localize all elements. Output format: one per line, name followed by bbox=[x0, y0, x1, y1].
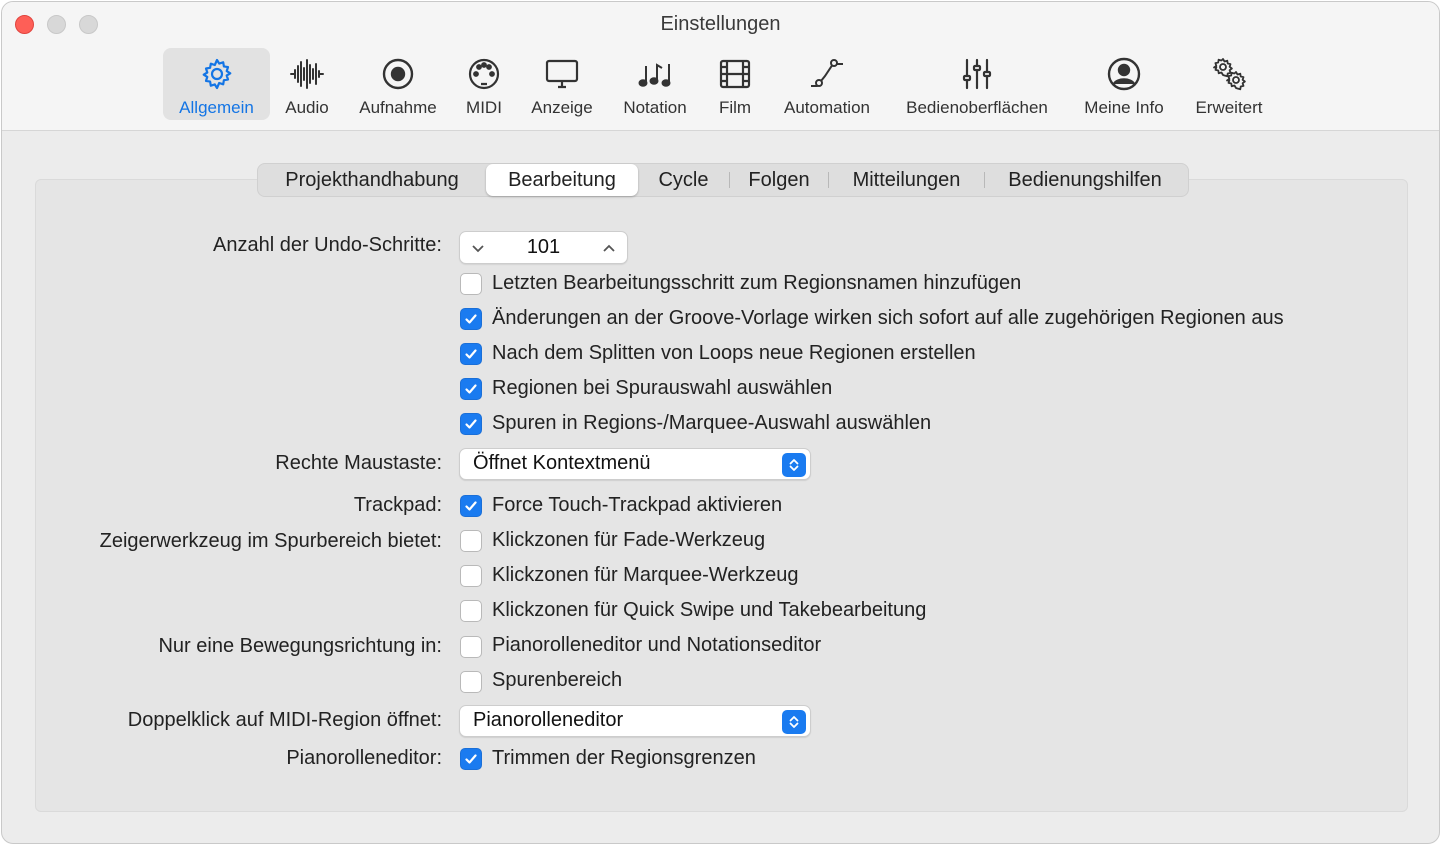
checkbox-label: Nach dem Splitten von Loops neue Regione… bbox=[492, 342, 976, 364]
checkbox-label: Trimmen der Regionsgrenzen bbox=[492, 747, 756, 769]
pointer-tool-label: Zeigerwerkzeug im Spurbereich bietet: bbox=[99, 530, 442, 552]
toolbar-label: Notation bbox=[623, 98, 687, 117]
checkbox-label: Regionen bei Spurauswahl auswählen bbox=[492, 377, 833, 399]
undo-steps-stepper[interactable]: 101 bbox=[459, 231, 628, 264]
midi-icon bbox=[462, 54, 506, 94]
toolbar-anzeige[interactable]: Anzeige bbox=[524, 48, 600, 120]
toolbar-label: Meine Info bbox=[1084, 98, 1164, 117]
checkbox-label: Klickzonen für Fade-Werkzeug bbox=[492, 529, 766, 551]
right-mouse-label: Rechte Maustaste: bbox=[275, 452, 442, 474]
tab-folgen[interactable]: Folgen bbox=[730, 164, 828, 196]
tab-cycle[interactable]: Cycle bbox=[638, 164, 729, 196]
tab-bar: Projekthandhabung Bearbeitung Cycle Folg… bbox=[257, 163, 1189, 197]
toolbar-label: Anzeige bbox=[531, 98, 593, 117]
checkmark-icon bbox=[465, 419, 477, 429]
notes-icon bbox=[633, 54, 677, 94]
checkmark-icon bbox=[465, 314, 477, 324]
checkmark-icon bbox=[465, 349, 477, 359]
toolbar-meine-info[interactable]: Meine Info bbox=[1076, 48, 1172, 120]
person-icon bbox=[1102, 54, 1146, 94]
checkmark-icon bbox=[465, 384, 477, 394]
toolbar-label: Film bbox=[718, 98, 752, 117]
tab-bearbeitung[interactable]: Bearbeitung bbox=[486, 164, 638, 196]
preferences-window: Einstellungen Allgemein Audio Aufnahme M… bbox=[1, 1, 1440, 844]
doubleclick-value: Pianorolleneditor bbox=[473, 709, 624, 731]
checkbox-force-touch-trackpad[interactable] bbox=[460, 495, 482, 517]
right-mouse-value: Öffnet Kontextmenü bbox=[473, 452, 651, 474]
gear-icon bbox=[195, 54, 239, 94]
checkbox-select-regions-on-track[interactable] bbox=[460, 378, 482, 400]
checkbox-pianoroll-notation-direction[interactable] bbox=[460, 636, 482, 658]
checkbox-label: Pianorolleneditor und Notationseditor bbox=[492, 634, 822, 656]
film-icon bbox=[713, 54, 757, 94]
checkbox-split-loops-new-regions[interactable] bbox=[460, 343, 482, 365]
toolbar-notation[interactable]: Notation bbox=[614, 48, 696, 120]
toolbar-bedienoberflaechen[interactable]: Bedienoberflächen bbox=[894, 48, 1060, 120]
toolbar-label: Bedienoberflächen bbox=[906, 98, 1048, 117]
tab-projekthandhabung[interactable]: Projekthandhabung bbox=[258, 164, 486, 196]
direction-label: Nur eine Bewegungsrichtung in: bbox=[158, 635, 442, 657]
chevron-up-icon[interactable] bbox=[599, 238, 619, 258]
toolbar-label: Allgemein bbox=[179, 98, 254, 117]
toolbar-audio[interactable]: Audio bbox=[278, 48, 336, 120]
toolbar-label: Automation bbox=[784, 98, 870, 117]
gears-icon bbox=[1207, 54, 1251, 94]
checkbox-label: Klickzonen für Quick Swipe und Takebearb… bbox=[492, 599, 927, 621]
checkbox-select-tracks-in-marquee[interactable] bbox=[460, 413, 482, 435]
trackpad-label: Trackpad: bbox=[353, 494, 442, 516]
tab-mitteilungen[interactable]: Mitteilungen bbox=[829, 164, 984, 196]
doubleclick-label: Doppelklick auf MIDI-Region öffnet: bbox=[127, 709, 442, 731]
record-icon bbox=[376, 54, 420, 94]
toolbar-automation[interactable]: Automation bbox=[776, 48, 878, 120]
checkbox-label: Force Touch-Trackpad aktivieren bbox=[492, 494, 783, 516]
window-title: Einstellungen bbox=[660, 13, 781, 35]
checkbox-label: Spurenbereich bbox=[492, 669, 623, 691]
sliders-icon bbox=[955, 54, 999, 94]
toolbar-film[interactable]: Film bbox=[712, 48, 758, 120]
pianoroll-label: Pianorolleneditor: bbox=[286, 747, 442, 769]
undo-steps-label: Anzahl der Undo-Schritte: bbox=[212, 234, 442, 256]
checkbox-trim-region-borders[interactable] bbox=[460, 748, 482, 770]
toolbar-label: Erweitert bbox=[1195, 98, 1263, 117]
right-mouse-popup[interactable]: Öffnet Kontextmenü bbox=[459, 448, 811, 480]
checkbox-groove-template-changes[interactable] bbox=[460, 308, 482, 330]
checkbox-marquee-tool-zones[interactable] bbox=[460, 565, 482, 587]
automation-icon bbox=[805, 54, 849, 94]
toolbar-midi[interactable]: MIDI bbox=[460, 48, 508, 120]
toolbar-label: MIDI bbox=[466, 98, 502, 117]
toolbar-label: Audio bbox=[285, 98, 329, 117]
checkbox-label: Klickzonen für Marquee-Werkzeug bbox=[492, 564, 799, 586]
checkbox-fade-tool-zones[interactable] bbox=[460, 530, 482, 552]
toolbar-erweitert[interactable]: Erweitert bbox=[1188, 48, 1270, 120]
doubleclick-popup[interactable]: Pianorolleneditor bbox=[459, 705, 811, 737]
checkmark-icon bbox=[465, 754, 477, 764]
checkbox-quick-swipe-zones[interactable] bbox=[460, 600, 482, 622]
display-icon bbox=[540, 54, 584, 94]
checkbox-tracks-area-direction[interactable] bbox=[460, 671, 482, 693]
toolbar-allgemein[interactable]: Allgemein bbox=[163, 48, 270, 120]
checkbox-label: Änderungen an der Groove-Vorlage wirken … bbox=[492, 307, 1284, 329]
waveform-icon bbox=[285, 54, 329, 94]
toolbar-aufnahme[interactable]: Aufnahme bbox=[352, 48, 444, 120]
checkbox-last-edit-to-region-name[interactable] bbox=[460, 273, 482, 295]
updown-arrows-icon bbox=[782, 710, 806, 734]
checkbox-label: Spuren in Regions-/Marquee-Auswahl auswä… bbox=[492, 412, 932, 434]
tab-bedienungshilfen[interactable]: Bedienungshilfen bbox=[985, 164, 1185, 196]
checkmark-icon bbox=[465, 501, 477, 511]
checkbox-label: Letzten Bearbeitungsschritt zum Regionsn… bbox=[492, 272, 1022, 294]
toolbar-label: Aufnahme bbox=[359, 98, 437, 117]
titlebar: Einstellungen Allgemein Audio Aufnahme M… bbox=[2, 2, 1439, 131]
updown-arrows-icon bbox=[782, 453, 806, 477]
